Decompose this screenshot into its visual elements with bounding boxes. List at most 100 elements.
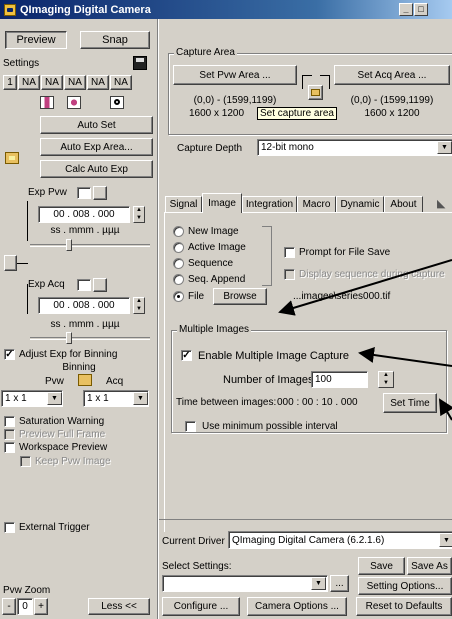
tab-image[interactable]: Image <box>202 193 242 213</box>
radio-file[interactable] <box>173 291 184 302</box>
exp-acq-toggle-b[interactable] <box>93 278 107 292</box>
exp-pvw-slider[interactable] <box>30 244 150 247</box>
settings-dropdown-icon[interactable]: ▼ <box>311 577 326 590</box>
radio-seq-append[interactable] <box>173 274 184 285</box>
use-min-interval-checkbox[interactable] <box>185 421 196 432</box>
title-bar: QImaging Digital Camera _ □ <box>0 0 452 19</box>
exp-acq-spinner[interactable]: ▲ ▼ <box>133 297 145 314</box>
capture-depth-label: Capture Depth <box>177 143 243 154</box>
bin-button-4[interactable]: NA <box>64 75 86 90</box>
external-trigger-checkbox[interactable] <box>4 522 15 533</box>
minimize-button[interactable]: _ <box>399 3 413 16</box>
tab-about[interactable]: About <box>384 196 423 213</box>
tab-dynamic[interactable]: Dynamic <box>336 196 384 213</box>
settings-ellipsis-button[interactable]: ... <box>330 575 349 592</box>
current-driver-label: Current Driver <box>162 536 225 547</box>
bin-button-3[interactable]: NA <box>41 75 63 90</box>
tab-strip: Signal Image Integration Macro Dynamic A… <box>159 193 452 213</box>
preview-full-checkbox[interactable] <box>4 429 15 440</box>
set-acq-area-button[interactable]: Set Acq Area ... <box>334 65 450 85</box>
bin-button-2[interactable]: NA <box>18 75 40 90</box>
pvw-area-coords: (0,0) - (1599,1199) <box>193 95 277 106</box>
set-pvw-area-button[interactable]: Set Pvw Area ... <box>173 65 297 85</box>
num-images-spinner[interactable]: ▲ ▼ <box>378 371 394 388</box>
num-images-input[interactable]: 100 <box>311 371 368 388</box>
tab-scroll-icon[interactable]: ◣ <box>437 197 445 210</box>
snap-button[interactable]: Snap <box>80 31 150 49</box>
folder-icon[interactable] <box>5 152 19 164</box>
link-areas-button[interactable] <box>308 85 323 100</box>
configure-button[interactable]: Configure ... <box>162 597 240 616</box>
acq-area-coords: (0,0) - (1599,1199) <box>350 95 434 106</box>
display-seq-checkbox[interactable] <box>284 269 295 280</box>
target-icon[interactable] <box>110 96 124 109</box>
reset-defaults-button[interactable]: Reset to Defaults <box>356 597 452 616</box>
radio-sequence[interactable] <box>173 258 184 269</box>
workspace-preview-checkbox[interactable] <box>4 442 15 453</box>
radio-new-image[interactable] <box>173 226 184 237</box>
browse-button[interactable]: Browse <box>213 288 267 305</box>
calc-auto-exp-button[interactable]: Calc Auto Exp <box>40 160 153 178</box>
tab-macro[interactable]: Macro <box>297 196 336 213</box>
maximize-button[interactable]: □ <box>414 3 428 16</box>
zoom-value[interactable]: 0 <box>17 598 33 615</box>
save-disk-icon[interactable] <box>133 56 147 70</box>
radio-active-image[interactable] <box>173 242 184 253</box>
driver-dropdown-icon[interactable]: ▼ <box>439 533 452 547</box>
enable-multiple-checkbox[interactable]: ✓ <box>181 350 192 361</box>
pvw-bin-label: Pvw <box>45 376 64 387</box>
setting-options-button[interactable]: Setting Options... <box>358 577 452 595</box>
set-time-button[interactable]: Set Time <box>383 393 437 413</box>
exp-acq-slider-thumb[interactable] <box>66 332 72 344</box>
bin-button-6[interactable]: NA <box>110 75 132 90</box>
exp-pvw-toggle-a[interactable] <box>77 187 91 199</box>
capture-depth-select[interactable]: 12-bit mono <box>257 139 452 156</box>
driver-select[interactable]: QImaging Digital Camera (6.2.1.6) <box>228 531 452 549</box>
adjust-exp-checkbox[interactable]: ✓ <box>4 349 15 360</box>
acq-bin-dropdown-icon[interactable]: ▼ <box>133 392 148 405</box>
camera-app-icon <box>4 3 16 16</box>
exp-acq-toggle-a[interactable] <box>77 279 91 291</box>
auto-set-button[interactable]: Auto Set <box>40 116 153 134</box>
preview-button[interactable]: Preview <box>5 31 67 49</box>
bin-button-1[interactable]: 1 <box>3 75 17 90</box>
exp-pvw-slider-thumb[interactable] <box>66 239 72 251</box>
exp-acq-input[interactable]: 00 . 008 . 000 <box>38 297 130 314</box>
exp-pvw-units: ss . mmm . µµµ <box>50 225 120 236</box>
file-path: ...images\series000.tif <box>293 291 391 302</box>
left-control-panel: Preview Snap Settings 1 NA NA NA NA NA A… <box>0 19 158 619</box>
settings-label: Settings <box>3 58 40 69</box>
tab-integration[interactable]: Integration <box>242 196 297 213</box>
keep-pvw-checkbox[interactable] <box>20 456 31 467</box>
exp-pvw-toggle-b[interactable] <box>93 186 107 200</box>
capture-depth-dropdown-icon[interactable]: ▼ <box>437 141 452 154</box>
saturation-checkbox[interactable] <box>4 416 15 427</box>
workspace-preview-label: Workspace Preview <box>19 442 108 453</box>
pvw-bin-dropdown-icon[interactable]: ▼ <box>47 392 62 405</box>
saturation-label: Saturation Warning <box>19 416 105 427</box>
pvw-area-size: 1600 x 1200 <box>189 108 245 119</box>
new-image-label: New Image <box>188 226 239 237</box>
num-images-label: Number of Images: <box>223 374 317 386</box>
zoom-minus-button[interactable]: - <box>2 598 16 615</box>
zoom-plus-button[interactable]: + <box>34 598 48 615</box>
save-settings-button[interactable]: Save <box>358 557 405 575</box>
camera-options-button[interactable]: Camera Options ... <box>247 597 347 616</box>
histogram-icon[interactable] <box>40 96 54 109</box>
less-button[interactable]: Less << <box>88 598 150 615</box>
settings-select[interactable] <box>162 575 328 592</box>
bin-button-5[interactable]: NA <box>87 75 109 90</box>
exp-pvw-spinner[interactable]: ▲ ▼ <box>133 206 145 223</box>
pvw-zoom-label: Pvw Zoom <box>3 585 51 596</box>
exp-acq-slider[interactable] <box>30 337 150 340</box>
prompt-save-checkbox[interactable] <box>284 247 295 258</box>
bin-link-icon[interactable] <box>78 374 92 386</box>
focus-icon[interactable] <box>67 96 81 109</box>
save-as-button[interactable]: Save As <box>407 557 452 575</box>
external-trigger-label: External Trigger <box>19 522 90 533</box>
exp-link-toggle[interactable] <box>4 255 17 271</box>
auto-exp-area-button[interactable]: Auto Exp Area... <box>40 138 153 156</box>
adjust-exp-label: Adjust Exp for Binning <box>19 349 118 360</box>
tab-signal[interactable]: Signal <box>165 196 202 213</box>
exp-pvw-input[interactable]: 00 . 008 . 000 <box>38 206 130 223</box>
